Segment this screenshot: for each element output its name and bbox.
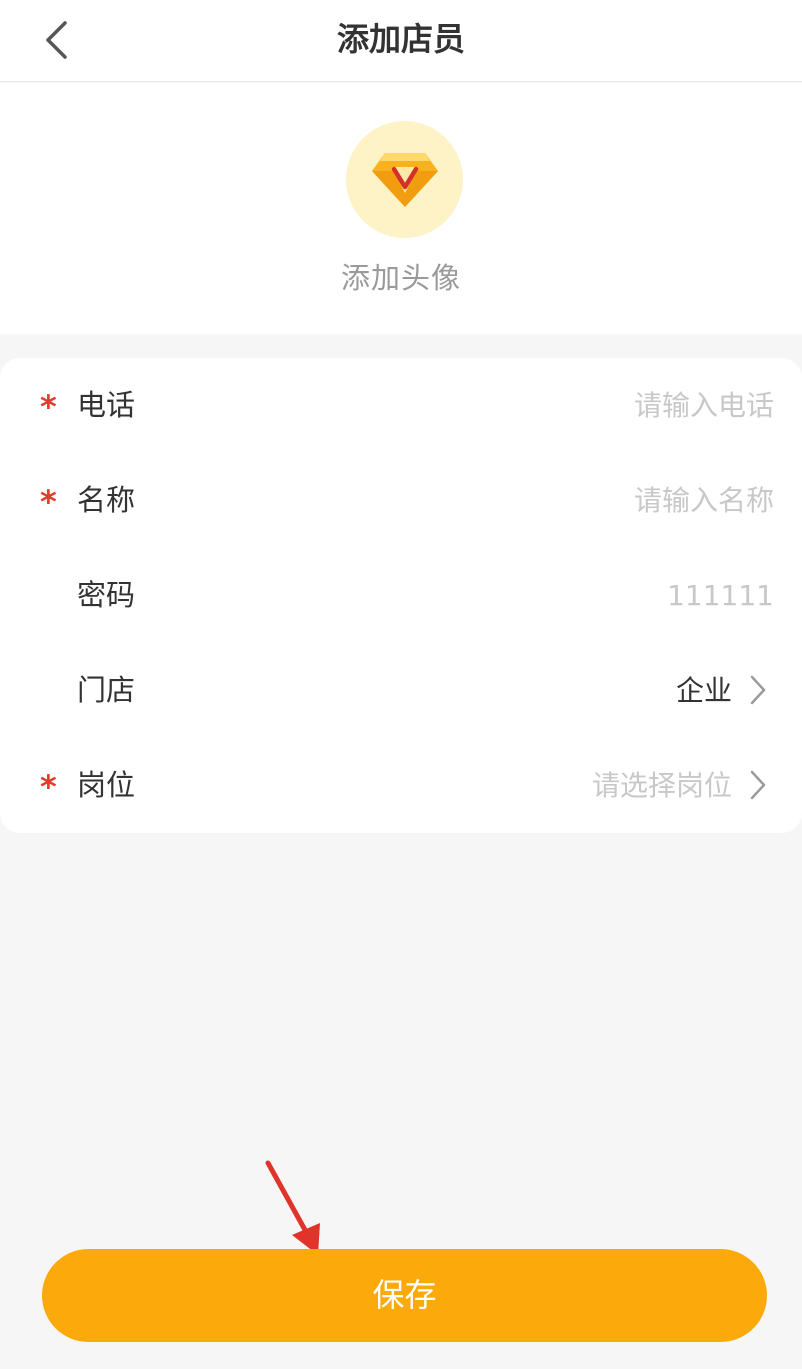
position-row[interactable]: * 岗位 请选择岗位 xyxy=(0,738,802,833)
add-avatar-label: 添加头像 xyxy=(340,261,461,295)
save-button[interactable]: 保存 xyxy=(42,1249,767,1342)
required-mark: * xyxy=(40,768,57,806)
password-label: 密码 xyxy=(77,578,136,612)
store-label: 门店 xyxy=(77,673,136,707)
phone-row[interactable]: * 电话 请输入电话 xyxy=(0,358,802,453)
chevron-right-icon xyxy=(750,675,766,705)
diamond-vip-icon xyxy=(371,152,438,207)
store-row[interactable]: 门店 企业 xyxy=(0,643,802,738)
add-avatar-button[interactable] xyxy=(346,121,463,238)
name-label: 名称 xyxy=(77,483,136,517)
password-row[interactable]: 密码 111111 xyxy=(0,548,802,643)
required-mark: * xyxy=(40,483,57,521)
phone-input[interactable]: 请输入电话 xyxy=(634,358,774,453)
staff-form: * 电话 请输入电话 * 名称 请输入名称 密码 111111 门店 企业 * … xyxy=(0,358,802,833)
top-nav-bar: 添加店员 xyxy=(0,0,802,82)
password-input[interactable]: 111111 xyxy=(667,548,774,643)
position-select[interactable]: 请选择岗位 xyxy=(592,738,732,833)
chevron-right-icon xyxy=(750,770,766,800)
avatar-section: 添加头像 xyxy=(0,83,802,334)
name-row[interactable]: * 名称 请输入名称 xyxy=(0,453,802,548)
phone-label: 电话 xyxy=(77,388,136,422)
position-label: 岗位 xyxy=(77,768,136,802)
required-mark: * xyxy=(40,388,57,426)
page-title: 添加店员 xyxy=(336,20,465,58)
name-input[interactable]: 请输入名称 xyxy=(634,453,774,548)
store-value: 企业 xyxy=(675,674,732,707)
